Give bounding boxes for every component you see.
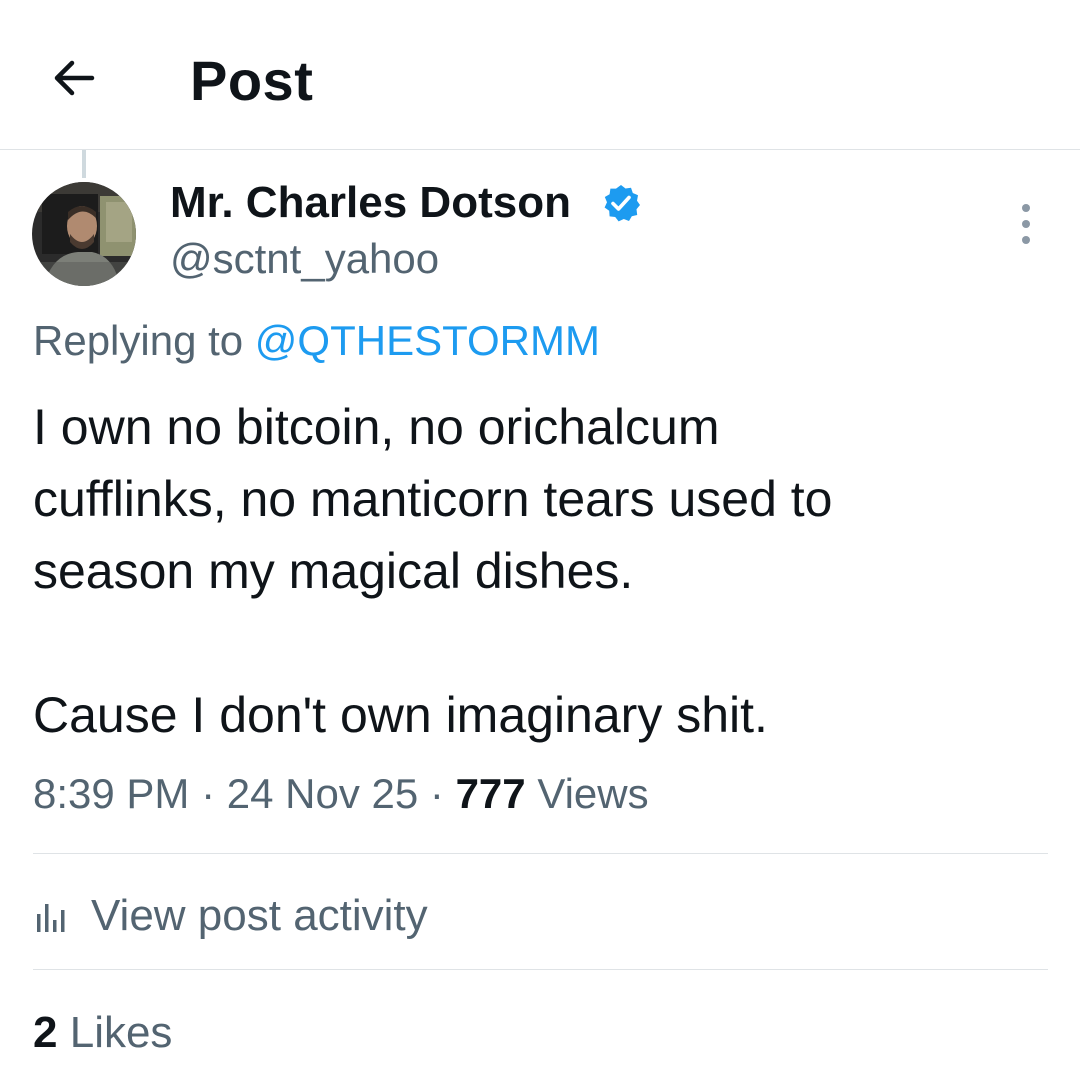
- views-label: Views: [537, 770, 649, 817]
- avatar[interactable]: [32, 182, 136, 286]
- view-post-activity-label: View post activity: [91, 891, 428, 940]
- verified-badge-icon: [604, 185, 640, 222]
- post-time[interactable]: 8:39 PM: [33, 770, 189, 817]
- top-bar: Post: [0, 0, 1080, 150]
- avatar-photo: [32, 182, 136, 286]
- replying-to-label: Replying to: [33, 317, 244, 364]
- view-post-activity-button[interactable]: View post activity: [33, 886, 428, 946]
- likes-count: 2: [33, 1008, 58, 1057]
- author-display-name[interactable]: Mr. Charles Dotson: [170, 176, 571, 230]
- divider: [33, 969, 1048, 970]
- meta-separator: ·: [201, 770, 216, 817]
- post-meta: 8:39 PM · 24 Nov 25 · 777 Views: [33, 766, 649, 822]
- more-options-button[interactable]: [1006, 198, 1046, 250]
- post-date[interactable]: 24 Nov 25: [227, 770, 418, 817]
- views-count: 777: [455, 770, 526, 817]
- post-text: I own no bitcoin, no orichalcum cufflink…: [33, 399, 833, 743]
- reply-mention-link[interactable]: @QTHESTORMM: [255, 317, 600, 364]
- more-vertical-icon: [1022, 204, 1030, 244]
- author-handle[interactable]: @sctnt_yahoo: [170, 232, 439, 286]
- back-button[interactable]: [46, 50, 102, 106]
- likes-summary[interactable]: 2 Likes: [33, 1005, 172, 1061]
- thread-connector: [82, 150, 86, 178]
- meta-separator: ·: [429, 770, 444, 817]
- divider: [33, 853, 1048, 854]
- likes-label: Likes: [69, 1008, 173, 1057]
- bar-chart-icon: [37, 904, 65, 932]
- replying-to-line: Replying to @QTHESTORMM: [33, 314, 600, 368]
- arrow-left-icon: [54, 60, 95, 96]
- page-title: Post: [190, 49, 314, 112]
